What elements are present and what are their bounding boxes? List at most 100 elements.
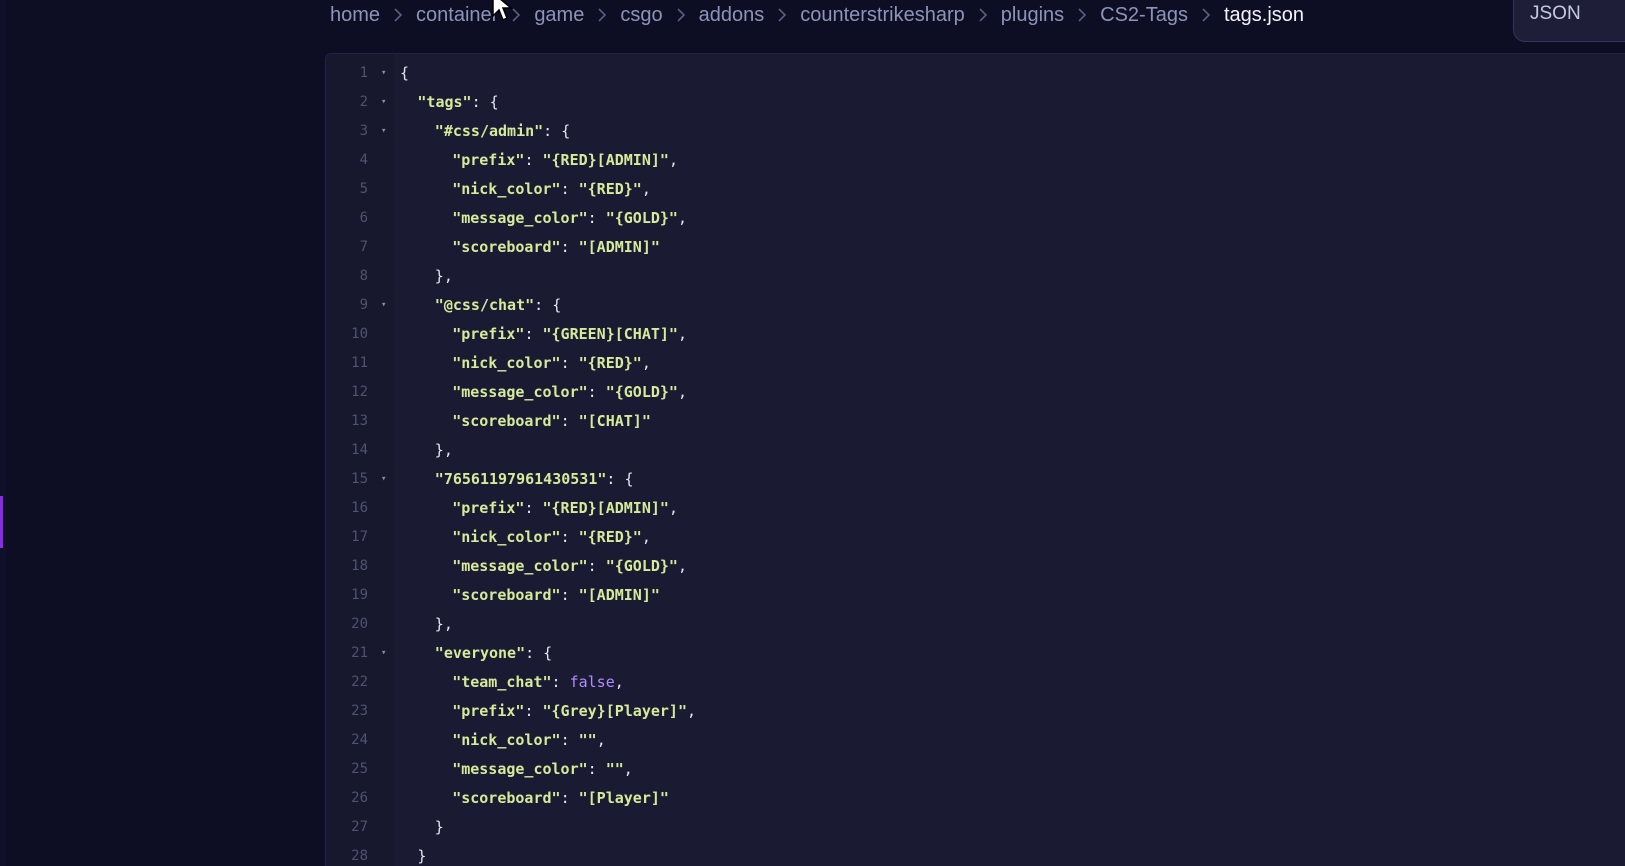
json-key: "prefix"	[452, 325, 525, 343]
line-number: 26	[351, 790, 368, 806]
page: home container game csgo addons counterstrike…	[0, 0, 1625, 866]
line-number: 11	[351, 355, 368, 371]
line-number: 7	[359, 239, 368, 255]
code-text: "76561197961430531": {	[435, 465, 634, 494]
json-key: "message_color"	[452, 557, 588, 575]
line-number: 21	[351, 645, 368, 661]
code-text: "prefix": "{RED}[ADMIN]",	[452, 146, 678, 175]
code-line[interactable]: 19 "scoreboard": "[ADMIN]"	[326, 581, 1625, 610]
code-line[interactable]: 17 "nick_color": "{RED}",	[326, 523, 1625, 552]
code-editor[interactable]: 1 ▾{2 ▾ "tags": {3 ▾ "#css/admin": {4 "prefix"…	[325, 53, 1625, 866]
json-punctuation: :	[551, 673, 570, 691]
json-key: "prefix"	[452, 702, 525, 720]
json-key: "message_color"	[452, 209, 588, 227]
code-line[interactable]: 4 "prefix": "{RED}[ADMIN]",	[326, 146, 1625, 175]
code-line[interactable]: 18 "message_color": "{GOLD}",	[326, 552, 1625, 581]
code-line[interactable]: 7 "scoreboard": "[ADMIN]"	[326, 233, 1625, 262]
code-text: }	[435, 813, 444, 842]
json-string: "{GOLD}"	[605, 557, 678, 575]
breadcrumb-item[interactable]: game	[534, 4, 584, 27]
json-key: "scoreboard"	[452, 586, 561, 604]
breadcrumb-item[interactable]: CS2-Tags	[1100, 4, 1188, 27]
json-string: "{RED}[ADMIN]"	[542, 499, 669, 517]
json-punctuation: : {	[543, 122, 571, 140]
code-line[interactable]: 2 ▾ "tags": {	[326, 88, 1625, 117]
fold-arrow-icon[interactable]: ▾	[381, 639, 386, 668]
breadcrumb-item[interactable]: addons	[699, 4, 765, 27]
code-text: },	[435, 610, 453, 639]
code-line[interactable]: 27}	[326, 813, 1625, 842]
language-badge[interactable]: JSON	[1513, 0, 1625, 42]
json-punctuation: ,	[677, 209, 687, 227]
breadcrumb-item[interactable]: csgo	[620, 4, 662, 27]
code-text: {	[400, 59, 409, 88]
fold-arrow-icon[interactable]: ▾	[381, 117, 386, 146]
breadcrumb-item[interactable]: home	[330, 4, 380, 27]
json-punctuation: {	[400, 64, 410, 82]
line-number: 9	[359, 297, 368, 313]
line-number: 13	[351, 413, 368, 429]
breadcrumb-item[interactable]: plugins	[1001, 4, 1064, 27]
code-line[interactable]: 16 "prefix": "{RED}[ADMIN]",	[326, 494, 1625, 523]
code-line[interactable]: 25 "message_color": "",	[326, 755, 1625, 784]
breadcrumb-item[interactable]: counterstrikesharp	[800, 4, 965, 27]
json-string: "{GOLD}"	[605, 209, 678, 227]
json-punctuation: ,	[677, 557, 687, 575]
code-line[interactable]: 8},	[326, 262, 1625, 291]
code-line[interactable]: 6 "message_color": "{GOLD}",	[326, 204, 1625, 233]
fold-arrow-icon[interactable]: ▾	[381, 465, 386, 494]
code-line[interactable]: 11 "nick_color": "{RED}",	[326, 349, 1625, 378]
code-line[interactable]: 28}	[326, 842, 1625, 866]
json-key: "76561197961430531"	[434, 470, 607, 488]
code-line[interactable]: 1 ▾ {	[326, 59, 1625, 88]
json-punctuation: :	[560, 180, 579, 198]
code-line[interactable]: 26 "scoreboard": "[Player]"	[326, 784, 1625, 813]
json-key: "team_chat"	[452, 673, 552, 691]
code-line[interactable]: 21 ▾ "everyone": {	[326, 639, 1625, 668]
language-badge-label: JSON	[1530, 3, 1581, 24]
mouse-pointer-icon	[492, 0, 514, 22]
json-key: "nick_color"	[452, 528, 561, 546]
line-number: 23	[351, 703, 368, 719]
line-number: 10	[351, 326, 368, 342]
json-string: ""	[605, 760, 624, 778]
code-line[interactable]: 10 "prefix": "{GREEN}[CHAT]",	[326, 320, 1625, 349]
json-punctuation: :	[587, 557, 606, 575]
json-key: "nick_color"	[452, 180, 561, 198]
code-line[interactable]: 9 ▾ "@css/chat": {	[326, 291, 1625, 320]
json-string: "{GREEN}[CHAT]"	[542, 325, 678, 343]
code-line[interactable]: 22 "team_chat": false,	[326, 668, 1625, 697]
code-line[interactable]: 13 "scoreboard": "[CHAT]"	[326, 407, 1625, 436]
code-line[interactable]: 20},	[326, 610, 1625, 639]
code-line[interactable]: 3 ▾ "#css/admin": {	[326, 117, 1625, 146]
json-punctuation: :	[560, 412, 579, 430]
code-line[interactable]: 15 ▾ "76561197961430531": {	[326, 465, 1625, 494]
left-rail	[0, 0, 6, 866]
code-text: "scoreboard": "[Player]"	[452, 784, 669, 813]
code-line[interactable]: 23 "prefix": "{Grey}[Player]",	[326, 697, 1625, 726]
json-punctuation: ,	[687, 702, 697, 720]
chevron-right-icon	[1188, 4, 1224, 27]
code-line[interactable]: 12 "message_color": "{GOLD}",	[326, 378, 1625, 407]
code-line[interactable]: 14},	[326, 436, 1625, 465]
breadcrumb-item[interactable]: container	[416, 4, 498, 27]
json-punctuation: ,	[677, 383, 687, 401]
code-text: "scoreboard": "[ADMIN]"	[452, 233, 660, 262]
line-number: 24	[351, 732, 368, 748]
line-number: 5	[359, 181, 368, 197]
chevron-right-icon	[764, 4, 800, 27]
json-boolean: false	[569, 673, 615, 691]
code-lines: 1 ▾{2 ▾ "tags": {3 ▾ "#css/admin": {4 "prefix"…	[326, 59, 1625, 866]
fold-arrow-icon[interactable]: ▾	[381, 291, 386, 320]
fold-arrow-icon[interactable]: ▾	[381, 88, 386, 117]
line-number: 27	[351, 819, 368, 835]
code-text: },	[435, 436, 453, 465]
code-line[interactable]: 5 "nick_color": "{RED}",	[326, 175, 1625, 204]
line-number: 15	[351, 471, 368, 487]
fold-arrow-icon[interactable]: ▾	[381, 59, 386, 88]
json-key: "scoreboard"	[452, 412, 561, 430]
json-punctuation: :	[560, 354, 579, 372]
breadcrumb: home container game csgo addons counterstrike…	[330, 0, 1304, 30]
line-number: 4	[359, 152, 368, 168]
code-line[interactable]: 24 "nick_color": "",	[326, 726, 1625, 755]
